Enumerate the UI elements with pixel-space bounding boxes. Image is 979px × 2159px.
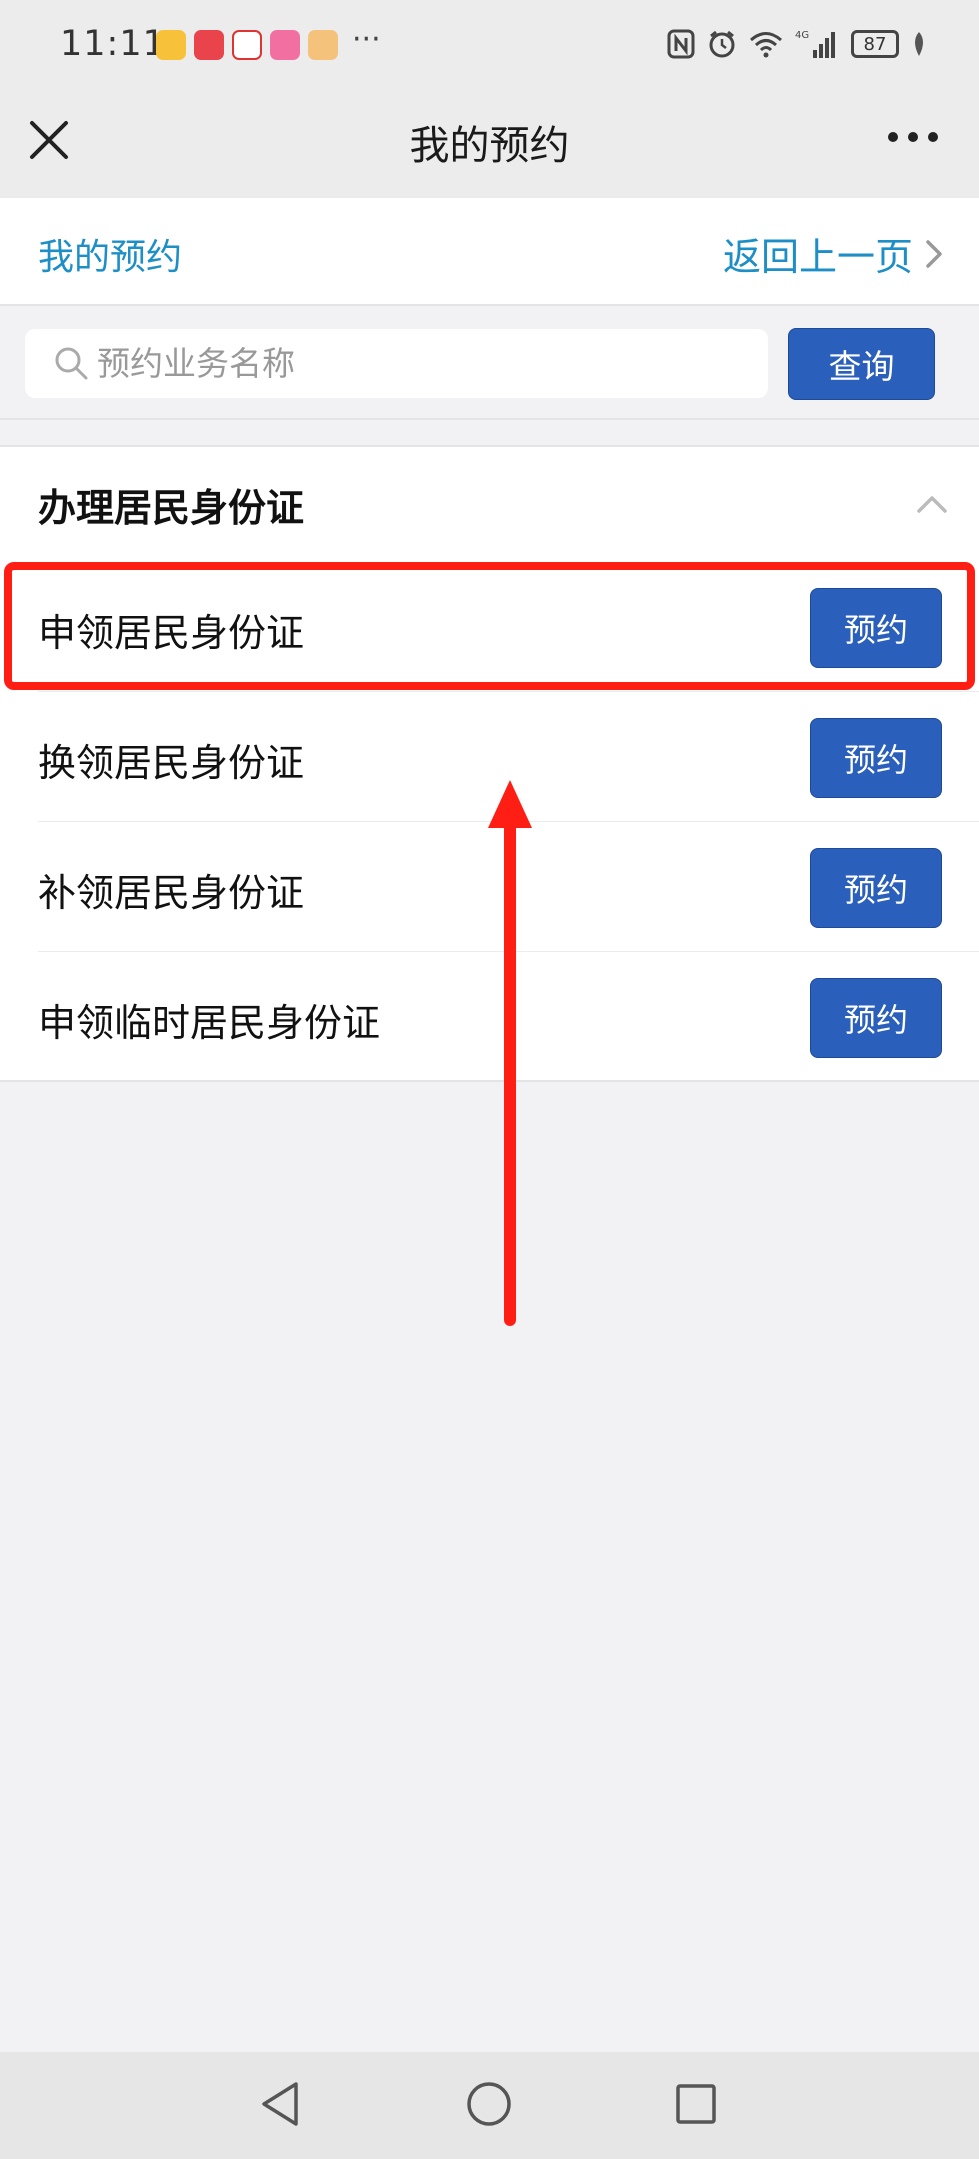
huawei-mall-icon — [194, 30, 224, 60]
system-icons: 4G 87 — [667, 28, 927, 60]
title-bar: 我的预约 — [0, 95, 979, 198]
reserve-button[interactable]: 预约 — [810, 978, 942, 1058]
navigation-bar — [0, 2052, 979, 2159]
back-link-label: 返回上一页 — [722, 235, 913, 279]
search-icon — [55, 347, 88, 380]
battery-icon: 87 — [851, 30, 899, 58]
chevron-right-icon — [926, 239, 942, 268]
reserve-button[interactable]: 预约 — [810, 718, 942, 798]
pink-app-icon — [270, 30, 300, 60]
weibo-icon — [156, 30, 186, 60]
sub-header: 我的预约 返回上一页 — [0, 198, 979, 306]
battery-level: 87 — [863, 33, 887, 55]
status-bar: 11:11 ··· 4G 87 — [0, 0, 979, 95]
more-notifications-icon: ··· — [352, 22, 381, 57]
item-label: 补领居民身份证 — [38, 871, 305, 915]
search-area: 查询 — [0, 308, 979, 420]
status-time: 11:11 — [60, 24, 166, 64]
arrow-up-annotation — [488, 780, 532, 1326]
section-header[interactable]: 办理居民身份证 — [0, 447, 979, 562]
query-button[interactable]: 查询 — [788, 328, 935, 400]
wifi-icon — [750, 32, 782, 58]
chevron-up-icon[interactable] — [915, 493, 949, 515]
item-label: 申领临时居民身份证 — [38, 1001, 381, 1045]
reserve-button[interactable]: 预约 — [810, 848, 942, 928]
back-link[interactable]: 返回上一页 — [723, 226, 943, 281]
cartoon-app-icon — [308, 30, 338, 60]
section-title: 办理居民身份证 — [38, 486, 305, 530]
page-title: 我的预约 — [409, 123, 570, 169]
item-label: 换领居民身份证 — [38, 741, 305, 785]
highlight-annotation — [4, 562, 975, 690]
alarm-icon — [709, 30, 735, 58]
signal-icon: 4G — [795, 30, 835, 58]
power-saving-icon — [915, 32, 923, 56]
back-triangle-icon[interactable] — [254, 2076, 310, 2132]
network-type-label: 4G — [795, 30, 809, 41]
home-circle-icon[interactable] — [461, 2076, 517, 2132]
sub-header-title: 我的预约 — [38, 237, 183, 278]
more-options-icon[interactable] — [887, 127, 939, 147]
recents-square-icon[interactable] — [668, 2076, 724, 2132]
notification-icons — [156, 30, 338, 60]
jd-icon — [232, 30, 262, 60]
nfc-icon — [667, 29, 695, 59]
search-box[interactable] — [25, 329, 768, 398]
search-input[interactable] — [97, 329, 747, 398]
